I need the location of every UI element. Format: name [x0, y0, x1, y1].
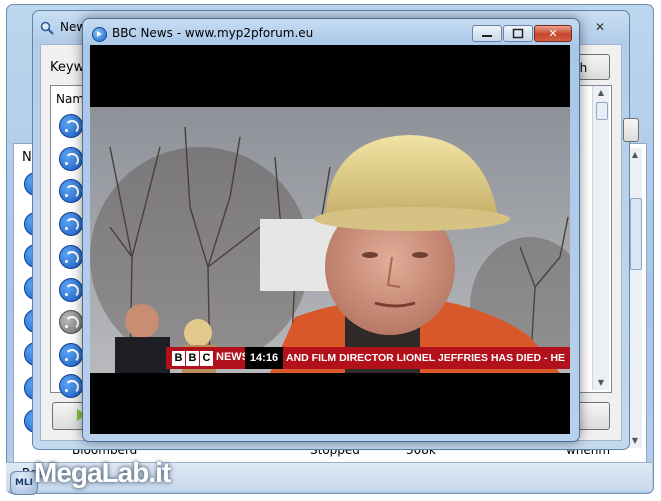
side-button[interactable] — [623, 118, 639, 142]
search-window-close-button[interactable]: ✕ — [583, 18, 617, 36]
video-area[interactable]: B B C NEWS 14:16 AND FILM DIRECTOR LIONEL J… — [90, 45, 570, 434]
bbc-news-logo: B B C NEWS — [172, 350, 249, 366]
watermark-text: MegaLab.it — [34, 457, 171, 488]
rss-icon — [59, 179, 83, 203]
news-ticker-text: AND FILM DIRECTOR LIONEL JEFFRIES HAS DI… — [286, 352, 566, 364]
rss-icon — [59, 343, 83, 367]
video-frame-image — [90, 107, 570, 373]
rss-icon — [59, 212, 83, 236]
background-column-header[interactable]: N — [22, 150, 32, 165]
keyword-label: Keyw — [50, 60, 85, 75]
logo-letter: C — [200, 351, 213, 366]
rss-icon — [59, 374, 83, 398]
scroll-thumb[interactable] — [630, 198, 642, 270]
close-button[interactable]: ✕ — [534, 25, 572, 42]
scroll-down-arrow-icon[interactable]: ▼ — [593, 376, 609, 390]
logo-letter: B — [172, 351, 185, 366]
rss-icon — [59, 114, 83, 138]
minimize-button[interactable] — [472, 25, 502, 42]
scroll-thumb[interactable] — [596, 102, 608, 120]
broadcast-clock: 14:16 — [245, 347, 283, 369]
rss-icon — [59, 278, 83, 302]
scroll-up-arrow-icon[interactable]: ▲ — [628, 148, 642, 162]
rss-icon-inactive — [59, 310, 83, 334]
results-scrollbar[interactable]: ▲ ▼ — [592, 86, 609, 390]
minimize-icon — [482, 35, 492, 37]
logo-letter: B — [186, 351, 199, 366]
magnifier-icon — [40, 21, 54, 35]
scroll-up-arrow-icon[interactable]: ▲ — [593, 86, 609, 100]
player-play-icon — [92, 27, 107, 42]
column-header-name[interactable]: Nam — [56, 92, 84, 106]
maximize-button[interactable] — [503, 25, 533, 42]
maximize-icon — [512, 28, 524, 39]
player-window-title: BBC News - www.myp2pforum.eu — [112, 26, 314, 40]
rss-icon — [59, 147, 83, 171]
scroll-down-arrow-icon[interactable]: ▼ — [628, 434, 642, 448]
rss-icon — [59, 245, 83, 269]
close-icon: ✕ — [548, 27, 558, 40]
